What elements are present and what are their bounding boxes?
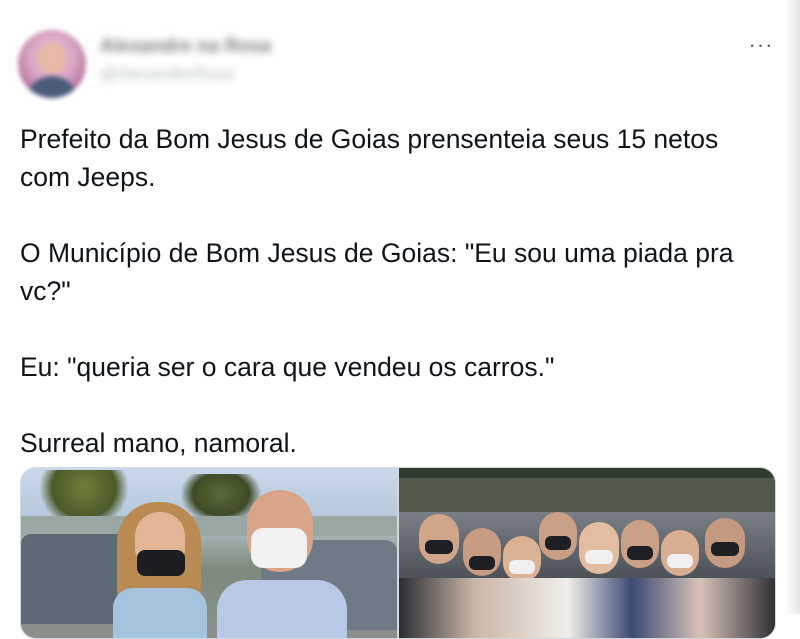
avatar[interactable]: [18, 30, 86, 98]
wall: [399, 478, 775, 512]
clothing: [399, 578, 775, 638]
avatar-shirt: [26, 76, 78, 98]
tweet: Alexandre na Rosa @AlexandreRosa ··· Pre…: [0, 0, 800, 639]
woman-shirt: [113, 588, 207, 638]
author-handle[interactable]: @AlexandreRosa: [100, 64, 234, 84]
mask: [545, 536, 571, 550]
more-horizontal-icon[interactable]: ···: [744, 34, 778, 60]
avatar-head: [38, 42, 66, 74]
author-display-name[interactable]: Alexandre na Rosa: [100, 36, 271, 58]
man-shirt: [217, 580, 347, 638]
tweet-paragraph: Prefeito da Bom Jesus de Goias prensente…: [20, 124, 719, 192]
person: [579, 522, 619, 574]
person: [419, 514, 459, 564]
tweet-paragraph: Surreal mano, namoral.: [20, 428, 297, 458]
person: [621, 520, 659, 568]
tweet-media: [20, 467, 776, 639]
tweet-paragraph: O Município de Bom Jesus de Goias: "Eu s…: [20, 238, 734, 306]
tweet-text: Prefeito da Bom Jesus de Goias prensente…: [20, 120, 760, 462]
scrollbar-edge: [786, 0, 800, 614]
person: [503, 536, 541, 582]
woman-mask: [137, 550, 185, 576]
man-mask: [251, 528, 307, 568]
mask: [509, 560, 535, 574]
media-photo-right[interactable]: [399, 468, 775, 638]
wall: [21, 516, 397, 536]
mask: [667, 554, 693, 568]
tweet-paragraph: Eu: "queria ser o cara que vendeu os car…: [20, 352, 555, 382]
mask: [585, 550, 613, 564]
media-photo-left[interactable]: [21, 468, 397, 638]
mask: [425, 540, 453, 554]
mask: [627, 546, 653, 560]
person: [661, 530, 699, 576]
mask: [469, 556, 495, 570]
mask: [711, 542, 739, 556]
